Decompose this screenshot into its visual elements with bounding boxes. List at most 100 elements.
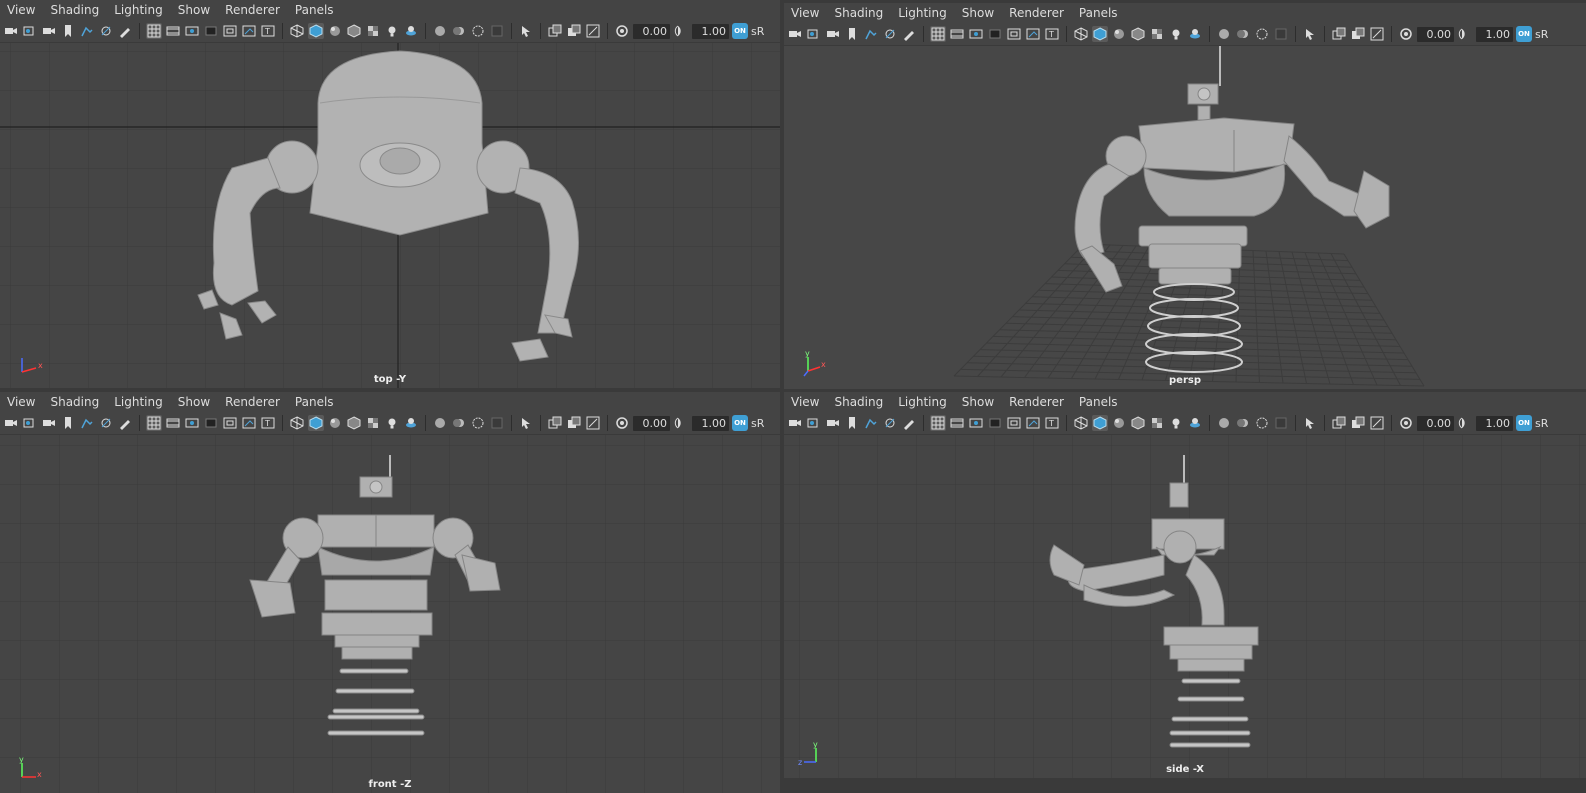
camera-attributes-icon[interactable]	[22, 23, 38, 39]
view-transform-label[interactable]: sR	[751, 25, 764, 38]
xray-icon[interactable]	[1331, 26, 1347, 42]
bookmark-camera-icon[interactable]	[41, 415, 57, 431]
film-gate-icon[interactable]	[165, 23, 181, 39]
smooth-shade-icon[interactable]	[1092, 415, 1108, 431]
anti-aliasing-icon[interactable]	[1254, 26, 1270, 42]
2d-pan-zoom-icon[interactable]	[98, 23, 114, 39]
menu-show[interactable]: Show	[171, 395, 218, 409]
xray-joints-icon[interactable]	[566, 23, 582, 39]
smooth-shade-icon[interactable]	[308, 23, 324, 39]
resolution-gate-icon[interactable]	[184, 415, 200, 431]
menu-shading[interactable]: Shading	[827, 395, 891, 409]
camera-icon[interactable]	[787, 26, 803, 42]
xray-icon[interactable]	[547, 23, 563, 39]
menu-panels[interactable]: Panels	[288, 3, 342, 17]
2d-pan-zoom-icon[interactable]	[882, 26, 898, 42]
camera-icon[interactable]	[787, 415, 803, 431]
film-gate-icon[interactable]	[165, 415, 181, 431]
motion-blur-icon[interactable]	[451, 415, 467, 431]
textured-icon[interactable]	[365, 415, 381, 431]
screen-space-ao-icon[interactable]	[432, 23, 448, 39]
safe-action-icon[interactable]	[1025, 26, 1041, 42]
menu-shading[interactable]: Shading	[43, 395, 107, 409]
menu-lighting[interactable]: Lighting	[107, 3, 171, 17]
panel-top[interactable]: View Shading Lighting Show Renderer Pane…	[0, 0, 780, 388]
gamma-field[interactable]: 1.00	[692, 23, 729, 39]
menu-show[interactable]: Show	[171, 3, 218, 17]
backface-culling-icon[interactable]	[585, 415, 601, 431]
viewport-persp[interactable]: y x persp	[784, 46, 1586, 389]
shadows-icon[interactable]	[1187, 26, 1203, 42]
menu-view[interactable]: View	[784, 395, 827, 409]
bookmark-icon[interactable]	[60, 415, 76, 431]
grease-pencil-icon[interactable]	[117, 415, 133, 431]
viewport-side[interactable]: y z side -X	[784, 435, 1586, 778]
view-transform-label[interactable]: sR	[1535, 417, 1548, 430]
safe-action-icon[interactable]	[241, 23, 257, 39]
textured-icon[interactable]	[1149, 415, 1165, 431]
gamma-icon[interactable]	[673, 415, 689, 431]
gamma-icon[interactable]	[1457, 415, 1473, 431]
menu-lighting[interactable]: Lighting	[891, 395, 955, 409]
gamma-icon[interactable]	[1457, 26, 1473, 42]
wireframe-icon[interactable]	[289, 415, 305, 431]
default-material-icon[interactable]	[327, 23, 343, 39]
anti-aliasing-icon[interactable]	[470, 415, 486, 431]
screen-space-ao-icon[interactable]	[432, 415, 448, 431]
menu-renderer[interactable]: Renderer	[218, 395, 288, 409]
grease-pencil-icon[interactable]	[901, 26, 917, 42]
resolution-gate-icon[interactable]	[968, 26, 984, 42]
gate-mask-icon[interactable]	[203, 23, 219, 39]
smooth-shade-icon[interactable]	[308, 415, 324, 431]
safe-title-icon[interactable]: T	[260, 23, 276, 39]
xray-joints-icon[interactable]	[1350, 415, 1366, 431]
exposure-icon[interactable]	[614, 415, 630, 431]
depth-of-field-icon[interactable]	[489, 415, 505, 431]
menu-view[interactable]: View	[0, 395, 43, 409]
lighting-icon[interactable]	[1168, 415, 1184, 431]
image-plane-icon[interactable]	[863, 26, 879, 42]
backface-culling-icon[interactable]	[585, 23, 601, 39]
xray-icon[interactable]	[1331, 415, 1347, 431]
film-gate-icon[interactable]	[949, 26, 965, 42]
shadows-icon[interactable]	[403, 415, 419, 431]
grid-icon[interactable]	[146, 23, 162, 39]
motion-blur-icon[interactable]	[1235, 415, 1251, 431]
field-chart-icon[interactable]	[222, 23, 238, 39]
exposure-icon[interactable]	[1398, 415, 1414, 431]
isolate-select-icon[interactable]	[518, 23, 534, 39]
bookmark-icon[interactable]	[844, 26, 860, 42]
xray-joints-icon[interactable]	[1350, 26, 1366, 42]
gamma-field[interactable]: 1.00	[692, 415, 729, 431]
shadows-icon[interactable]	[403, 23, 419, 39]
shadows-icon[interactable]	[1187, 415, 1203, 431]
motion-blur-icon[interactable]	[451, 23, 467, 39]
exposure-field[interactable]: 0.00	[1417, 26, 1454, 42]
default-material-icon[interactable]	[1111, 26, 1127, 42]
motion-blur-icon[interactable]	[1235, 26, 1251, 42]
2d-pan-zoom-icon[interactable]	[882, 415, 898, 431]
backface-culling-icon[interactable]	[1369, 415, 1385, 431]
xray-icon[interactable]	[547, 415, 563, 431]
image-plane-icon[interactable]	[863, 415, 879, 431]
screen-space-ao-icon[interactable]	[1216, 415, 1232, 431]
color-management-toggle[interactable]: ON	[1516, 415, 1532, 431]
bookmark-icon[interactable]	[60, 23, 76, 39]
exposure-field[interactable]: 0.00	[1417, 415, 1454, 431]
field-chart-icon[interactable]	[1006, 26, 1022, 42]
bookmark-camera-icon[interactable]	[41, 23, 57, 39]
grease-pencil-icon[interactable]	[901, 415, 917, 431]
resolution-gate-icon[interactable]	[184, 23, 200, 39]
grease-pencil-icon[interactable]	[117, 23, 133, 39]
anti-aliasing-icon[interactable]	[1254, 415, 1270, 431]
depth-of-field-icon[interactable]	[1273, 26, 1289, 42]
view-transform-label[interactable]: sR	[751, 417, 764, 430]
lighting-icon[interactable]	[384, 415, 400, 431]
lighting-icon[interactable]	[384, 23, 400, 39]
textured-icon[interactable]	[365, 23, 381, 39]
anti-aliasing-icon[interactable]	[470, 23, 486, 39]
menu-view[interactable]: View	[784, 6, 827, 20]
isolate-select-icon[interactable]	[1302, 415, 1318, 431]
camera-attributes-icon[interactable]	[806, 26, 822, 42]
panel-front[interactable]: View Shading Lighting Show Renderer Pane…	[0, 392, 780, 793]
